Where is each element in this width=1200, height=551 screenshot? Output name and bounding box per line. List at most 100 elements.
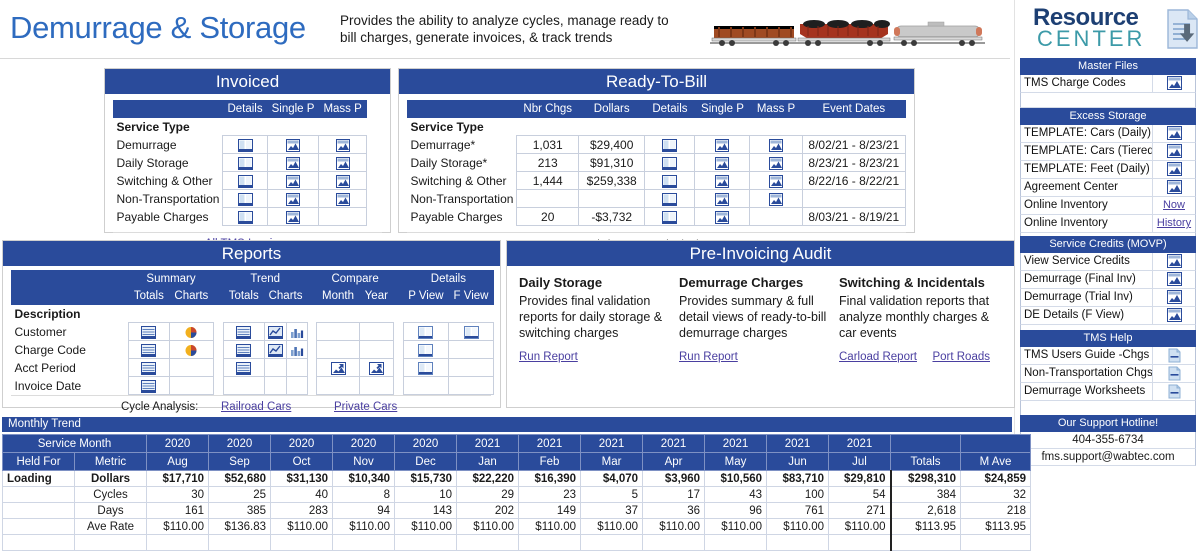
- report-icon[interactable]: [237, 210, 253, 224]
- invoiced-mass-p-non-transportation[interactable]: [318, 189, 367, 208]
- sidebar-item-template-cars-daily[interactable]: TEMPLATE: Cars (Daily): [1020, 125, 1196, 143]
- chart-icon[interactable]: [715, 210, 730, 224]
- invoiced-details-payable-charges[interactable]: [222, 207, 268, 226]
- report-icon[interactable]: [662, 156, 678, 170]
- invoiced-mass-p-demurrage[interactable]: [318, 135, 367, 154]
- reports-customer-trend-bar-chart[interactable]: [285, 322, 308, 341]
- chart-icon[interactable]: [335, 156, 350, 170]
- invoiced-single-p-daily-storage[interactable]: [266, 153, 320, 172]
- chart-icon[interactable]: [769, 156, 784, 170]
- sidebar-item-tms-users-guide[interactable]: TMS Users Guide -Chgs: [1020, 347, 1196, 365]
- chart-icon[interactable]: [1152, 289, 1195, 306]
- chart-icon[interactable]: [286, 138, 301, 152]
- line-chart-icon[interactable]: [267, 343, 283, 357]
- doc-icon[interactable]: [1152, 383, 1195, 400]
- line-chart-icon[interactable]: [267, 325, 283, 339]
- rtb-single-p-switching-other[interactable]: [694, 171, 751, 190]
- table-icon[interactable]: [236, 361, 252, 375]
- chart-icon[interactable]: [1152, 179, 1195, 196]
- carload-report-link[interactable]: Carload Report: [839, 351, 917, 363]
- reports-charge-code-trend-bar-chart[interactable]: [285, 340, 308, 359]
- chart-icon[interactable]: [1152, 271, 1195, 288]
- chart-icon[interactable]: [286, 156, 301, 170]
- report-icon[interactable]: [237, 156, 253, 170]
- rtb-details-demurrage[interactable]: [644, 135, 696, 154]
- rtb-details-switching-other[interactable]: [644, 171, 696, 190]
- invoiced-single-p-switching-other[interactable]: [266, 171, 320, 190]
- sidebar-item-template-feet-daily[interactable]: TEMPLATE: Feet (Daily): [1020, 161, 1196, 179]
- chart-icon[interactable]: [1152, 143, 1195, 160]
- chart-icon[interactable]: [1152, 161, 1195, 178]
- reports-customer-details-f-view[interactable]: [448, 322, 494, 341]
- sidebar-item-agreement-center[interactable]: Agreement Center: [1020, 179, 1196, 197]
- chart-icon[interactable]: [715, 174, 730, 188]
- report-icon[interactable]: [662, 138, 678, 152]
- table-icon[interactable]: [236, 325, 252, 339]
- sidebar-item-action[interactable]: History: [1152, 215, 1195, 232]
- rtb-mass-p-non-transportation[interactable]: [749, 189, 803, 208]
- sidebar-item-online-inventory-now[interactable]: Online Inventory Now: [1020, 197, 1196, 215]
- reports-charge-code-trend-totals[interactable]: [222, 340, 265, 359]
- invoiced-details-switching-other[interactable]: [222, 171, 268, 190]
- invoiced-single-p-demurrage[interactable]: [266, 135, 320, 154]
- rtb-mass-p-switching-other[interactable]: [749, 171, 803, 190]
- report-icon[interactable]: [418, 343, 434, 357]
- table-icon[interactable]: [141, 379, 157, 393]
- chart-icon[interactable]: [1152, 125, 1195, 142]
- now-link[interactable]: Now: [1163, 199, 1185, 211]
- rtb-details-payable-charges[interactable]: [644, 207, 696, 226]
- chart-icon[interactable]: [769, 138, 784, 152]
- rtb-single-p-daily-storage[interactable]: [694, 153, 751, 172]
- invoiced-mass-p-daily-storage[interactable]: [318, 153, 367, 172]
- reports-customer-summary-totals[interactable]: [128, 322, 170, 341]
- rtb-mass-p-daily-storage[interactable]: [749, 153, 803, 172]
- invoiced-mass-p-switching-other[interactable]: [318, 171, 367, 190]
- rtb-details-daily-storage[interactable]: [644, 153, 696, 172]
- railroad-cars-link[interactable]: Railroad Cars: [221, 401, 291, 413]
- rtb-details-non-transportation[interactable]: [644, 189, 696, 208]
- report-icon[interactable]: [662, 192, 678, 206]
- reports-charge-code-details-p-view[interactable]: [402, 340, 450, 359]
- bar-chart-icon[interactable]: [290, 344, 304, 357]
- table-icon[interactable]: [141, 325, 157, 339]
- chart-icon[interactable]: [715, 138, 730, 152]
- rtb-single-p-demurrage[interactable]: [694, 135, 751, 154]
- report-icon[interactable]: [237, 174, 253, 188]
- chart-icon[interactable]: [1152, 253, 1195, 270]
- table-icon[interactable]: [141, 361, 157, 375]
- invoiced-single-p-non-transportation[interactable]: [266, 189, 320, 208]
- reports-charge-code-summary-charts[interactable]: [168, 340, 215, 359]
- sidebar-item-view-service-credits[interactable]: View Service Credits: [1020, 253, 1196, 271]
- report-icon[interactable]: [418, 361, 434, 375]
- reports-customer-trend-totals[interactable]: [222, 322, 265, 341]
- reports-customer-trend-line-chart[interactable]: [263, 322, 287, 341]
- chart-icon[interactable]: [335, 192, 350, 206]
- compare-icon[interactable]: [330, 361, 346, 375]
- rtb-single-p-payable-charges[interactable]: [694, 207, 751, 226]
- chart-icon[interactable]: [769, 192, 784, 206]
- sidebar-item-online-inventory-history[interactable]: Online Inventory History: [1020, 215, 1196, 233]
- sidebar-item-action[interactable]: Now: [1152, 197, 1195, 214]
- bar-chart-icon[interactable]: [290, 326, 304, 339]
- chart-icon[interactable]: [715, 156, 730, 170]
- run-report-link-demurrage[interactable]: Run Report: [679, 351, 738, 363]
- pie-icon[interactable]: [184, 344, 198, 357]
- report-icon[interactable]: [662, 210, 678, 224]
- sidebar-item-demurrage-trial-inv[interactable]: Demurrage (Trial Inv): [1020, 289, 1196, 307]
- reports-acct-period-compare-year[interactable]: [358, 358, 394, 377]
- invoiced-details-demurrage[interactable]: [222, 135, 268, 154]
- sidebar-item-template-cars-tiered[interactable]: TEMPLATE: Cars (Tiered): [1020, 143, 1196, 161]
- reports-acct-period-details-p-view[interactable]: [402, 358, 450, 377]
- sidebar-item-tms-charge-codes[interactable]: TMS Charge Codes: [1020, 75, 1196, 93]
- reports-acct-period-trend-totals[interactable]: [222, 358, 265, 377]
- chart-icon[interactable]: [335, 138, 350, 152]
- private-cars-link[interactable]: Private Cars: [334, 401, 397, 413]
- doc-icon[interactable]: [1152, 347, 1195, 364]
- report-icon[interactable]: [463, 325, 479, 339]
- rtb-single-p-non-transportation[interactable]: [694, 189, 751, 208]
- history-link[interactable]: History: [1157, 217, 1191, 229]
- chart-icon[interactable]: [1152, 75, 1195, 92]
- run-report-link-daily-storage[interactable]: Run Report: [519, 351, 578, 363]
- reports-invoice-date-summary-totals[interactable]: [128, 376, 170, 395]
- reports-charge-code-summary-totals[interactable]: [128, 340, 170, 359]
